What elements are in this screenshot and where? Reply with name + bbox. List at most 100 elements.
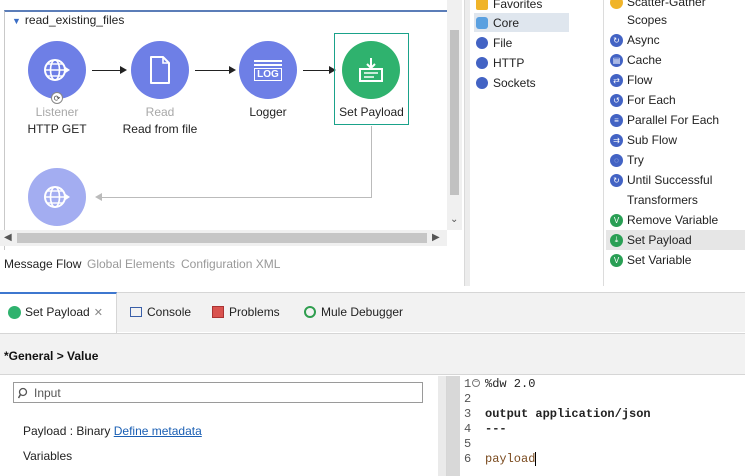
arrowhead-icon: [229, 66, 236, 74]
palette-item-flow[interactable]: ⇄ Flow: [610, 71, 652, 89]
palette-item-label: Async: [627, 33, 660, 47]
return-connector: [371, 126, 372, 197]
palette-item-until-successful[interactable]: ↻ Until Successful: [610, 171, 712, 189]
logger-node[interactable]: LOG: [239, 41, 297, 99]
line-number: 3: [464, 407, 472, 421]
set-payload-icon: [8, 305, 21, 319]
log-icon: LOG: [254, 59, 282, 81]
palette-item-async[interactable]: ↻ Async: [610, 31, 660, 49]
console-icon: [130, 307, 142, 317]
palette-item-label: For Each: [627, 93, 676, 107]
module-favorites[interactable]: Favorites: [476, 0, 542, 11]
palette-item-label: Set Payload: [627, 233, 692, 247]
module-label: Sockets: [493, 76, 536, 90]
palette-category-transformers: Transformers: [627, 193, 698, 207]
connector-arrow: [303, 70, 330, 71]
section-header: [0, 333, 745, 375]
flow-title[interactable]: ▼ read_existing_files: [12, 13, 124, 27]
tab-label: Mule Debugger: [321, 305, 404, 319]
section-title: *General > Value: [4, 349, 99, 363]
parallel-for-each-icon: ≡: [610, 113, 623, 127]
arrowhead-icon: [120, 66, 127, 74]
set-payload-node[interactable]: [342, 41, 400, 99]
palette-item-parallel-for-each[interactable]: ≡ Parallel For Each: [610, 111, 719, 129]
read-type-label: Read: [145, 105, 175, 119]
module-label: File: [493, 36, 513, 50]
code-line: output application/json: [485, 407, 651, 421]
line-number: 5: [464, 437, 472, 451]
listener-type-label: Listener: [35, 105, 79, 119]
flow-title-text: read_existing_files: [24, 13, 125, 27]
http-module-icon: [476, 57, 488, 69]
listener-node[interactable]: [28, 41, 86, 99]
payload-metadata: Payload : Binary Define metadata: [23, 424, 202, 438]
metadata-search-input[interactable]: [34, 385, 404, 400]
return-connector: [102, 197, 372, 198]
scroll-down-icon[interactable]: ⌄: [450, 214, 458, 225]
tab-global-elements[interactable]: Global Elements: [87, 257, 175, 271]
module-file[interactable]: File: [476, 36, 512, 50]
sub-flow-icon: ⇉: [610, 133, 623, 147]
palette-item-label: Parallel For Each: [627, 113, 720, 127]
try-icon: ◌: [610, 153, 623, 167]
module-label: Core: [493, 16, 520, 30]
tab-message-flow[interactable]: Message Flow: [4, 257, 81, 271]
scroll-left-icon[interactable]: ◀: [4, 232, 12, 243]
palette-item-sub-flow[interactable]: ⇉ Sub Flow: [610, 131, 677, 149]
define-metadata-link[interactable]: Define metadata: [114, 424, 202, 438]
listener-response-node[interactable]: [28, 168, 86, 226]
async-icon: ↻: [610, 33, 623, 47]
palette-item-label: Scatter-Gather: [627, 0, 706, 9]
payload-type-text: Payload : Binary: [23, 424, 111, 438]
close-icon[interactable]: ✕: [94, 306, 103, 319]
module-sockets[interactable]: Sockets: [476, 76, 536, 90]
bug-icon: [304, 306, 316, 318]
line-number: 2: [464, 392, 472, 406]
connector-arrow: [92, 70, 122, 71]
fold-icon[interactable]: −: [472, 379, 480, 387]
palette-item-set-variable[interactable]: V Set Variable: [610, 251, 691, 269]
palette-item-scatter-gather[interactable]: Scatter-Gather: [610, 0, 706, 11]
metadata-search-box[interactable]: [13, 382, 423, 403]
palette-item-label: Try: [627, 153, 644, 167]
canvas-horizontal-scroll-thumb[interactable]: [17, 233, 427, 243]
palette-item-cache[interactable]: ▤ Cache: [610, 51, 662, 69]
set-variable-icon: V: [610, 253, 623, 267]
set-payload-label: Set Payload: [339, 105, 404, 119]
line-number: 6: [464, 452, 472, 466]
cache-icon: ▤: [610, 53, 623, 67]
scatter-gather-icon: [610, 0, 623, 9]
file-icon: [150, 56, 170, 84]
star-icon: [476, 0, 488, 10]
collapse-triangle-icon[interactable]: ▼: [12, 16, 21, 26]
palette-category-scopes: Scopes: [627, 13, 668, 27]
palette-item-for-each[interactable]: ↺ For Each: [610, 91, 676, 109]
tab-configuration-xml[interactable]: Configuration XML: [181, 257, 280, 271]
code-line: payload: [485, 452, 536, 466]
return-arrowhead-icon: [95, 193, 102, 201]
module-label: HTTP: [493, 56, 525, 70]
palette-item-try[interactable]: ◌ Try: [610, 151, 644, 169]
connector-arrow: [195, 70, 231, 71]
variables-label[interactable]: Variables: [23, 449, 72, 463]
read-label: Read from file: [122, 122, 198, 136]
module-http[interactable]: HTTP: [476, 56, 524, 70]
tab-problems[interactable]: Problems: [212, 305, 280, 319]
module-core[interactable]: Core: [476, 16, 519, 30]
canvas-vertical-scroll-thumb[interactable]: [450, 30, 459, 195]
file-module-icon: [476, 37, 488, 49]
palette-item-set-payload[interactable]: ⤓ Set Payload: [610, 231, 692, 249]
problems-icon: [212, 306, 224, 318]
remove-variable-icon: V: [610, 213, 623, 227]
logger-label: Logger: [249, 105, 287, 119]
scroll-right-icon[interactable]: ▶: [432, 232, 440, 243]
palette-item-remove-variable[interactable]: V Remove Variable: [610, 211, 718, 229]
tab-set-payload[interactable]: Set Payload ✕: [8, 305, 103, 319]
module-label: Favorites: [493, 0, 543, 11]
flow-canvas[interactable]: ▼ read_existing_files ⟳ Listener HTTP GET…: [0, 0, 462, 250]
tab-mule-debugger[interactable]: Mule Debugger: [304, 305, 403, 319]
tab-label: Set Payload: [25, 305, 90, 319]
metadata-scrollbar[interactable]: [438, 376, 446, 476]
read-node[interactable]: [131, 41, 189, 99]
tab-console[interactable]: Console: [130, 305, 191, 319]
